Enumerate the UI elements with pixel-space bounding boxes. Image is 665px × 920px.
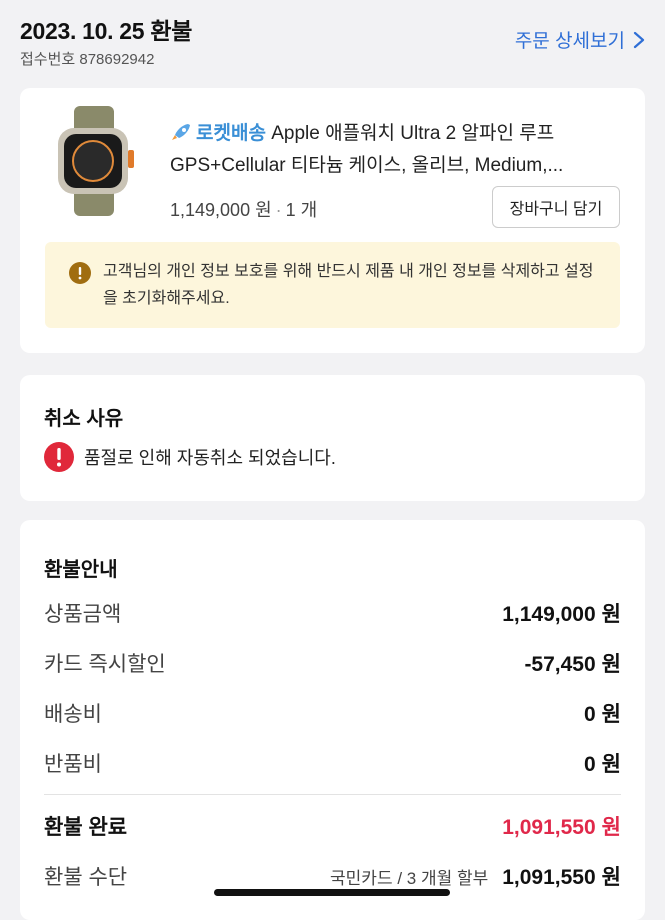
refund-row-product-amount: 상품금액 1,149,000 원 (44, 598, 621, 628)
refund-info-card: 환불안내 상품금액 1,149,000 원 카드 즉시할인 -57,450 원 배송… (20, 520, 645, 920)
cancel-reason-card: 취소 사유 품절로 인해 자동취소 되었습니다. (20, 375, 645, 501)
refund-row-value: 0원 (583, 753, 621, 776)
refund-total-row: 환불 완료 1,091,550 원 (44, 811, 621, 841)
divider (44, 794, 621, 795)
product-image[interactable] (44, 106, 144, 216)
cancel-reason: 품절로 인해 자동취소 되었습니다. (44, 442, 336, 472)
product-price: 1,149,000 원 (170, 200, 272, 220)
refund-row-return-fee: 반품비 0원 (44, 748, 621, 778)
order-detail-label: 주문 상세보기 (514, 31, 625, 52)
refund-row-value: -57,450 원 (524, 653, 621, 676)
refund-info-title: 환불안내 (44, 559, 118, 581)
price-quantity: 1,149,000 원 · 1 개 (170, 200, 318, 220)
add-to-cart-button[interactable]: 장바구니 담기 (492, 186, 620, 228)
cancel-reason-title: 취소 사유 (44, 408, 124, 430)
refund-row-label: 반품비 (44, 753, 102, 776)
refund-method-row: 환불 수단 국민카드 / 3 개월 할부 1,091,550 원 (44, 861, 621, 891)
refund-row-value: 0원 (583, 703, 621, 726)
page-header: 2023. 10. 25 환불 접수번호 878692942 주문 상세보기 (20, 10, 645, 70)
order-detail-link[interactable]: 주문 상세보기 (515, 26, 645, 53)
refund-method-card: 국민카드 / 3 개월 할부 (330, 868, 489, 888)
privacy-notice: 고객님의 개인 정보 보호를 위해 반드시 제품 내 개인 정보를 삭제하고 설… (45, 242, 620, 328)
receipt-number: 접수번호 878692942 (20, 51, 155, 68)
refund-method-value: 1,091,550 원 (502, 866, 621, 889)
rocket-icon (172, 124, 190, 140)
chevron-right-icon (633, 31, 645, 48)
refund-row-label: 상품금액 (44, 603, 122, 626)
refund-total-label: 환불 완료 (44, 816, 128, 839)
product-card: 로켓배송 Apple 애플워치 Ultra 2 알파인 루프 GPS+Cellu… (20, 88, 645, 353)
privacy-notice-text: 고객님의 개인 정보 보호를 위해 반드시 제품 내 개인 정보를 삭제하고 설… (103, 263, 594, 307)
page-title: 2023. 10. 25 환불 (20, 18, 193, 44)
cancel-reason-text: 품절로 인해 자동취소 되었습니다. (84, 448, 336, 468)
rocket-delivery-label: 로켓배송 (196, 123, 266, 144)
product-title[interactable]: 로켓배송 Apple 애플워치 Ultra 2 알파인 루프 GPS+Cellu… (170, 118, 610, 182)
refund-row-value: 1,149,000 원 (502, 603, 621, 626)
refund-method-label: 환불 수단 (44, 866, 128, 889)
home-indicator[interactable] (214, 889, 450, 896)
product-quantity: 1 개 (285, 200, 318, 220)
refund-row-label: 배송비 (44, 703, 102, 726)
refund-row-card-discount: 카드 즉시할인 -57,450 원 (44, 648, 621, 678)
refund-row-shipping: 배송비 0원 (44, 698, 621, 728)
warning-icon (69, 262, 91, 284)
alert-icon (44, 442, 74, 472)
refund-total-value: 1,091,550 원 (502, 816, 621, 839)
refund-row-label: 카드 즉시할인 (44, 653, 166, 676)
